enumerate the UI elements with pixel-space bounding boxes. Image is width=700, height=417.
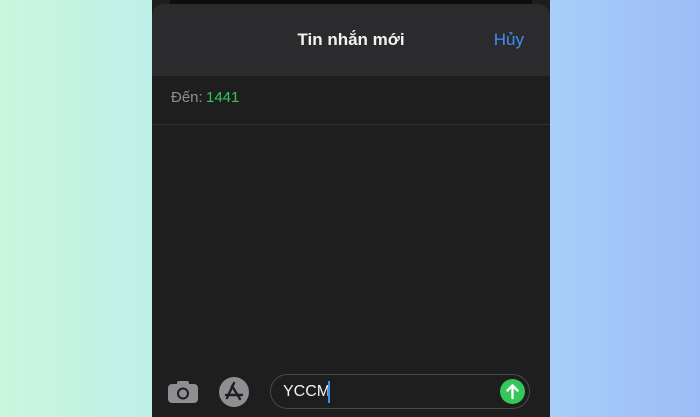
text-caret (328, 381, 330, 403)
compose-bar: YCCM (152, 365, 550, 417)
camera-icon[interactable] (167, 380, 199, 404)
recipient-field[interactable]: Đến: 1441 (152, 76, 550, 125)
recipient-value[interactable]: 1441 (206, 89, 239, 106)
page-title: Tin nhắn mới (297, 30, 405, 49)
nav-header: Tin nhắn mới Hủy (152, 4, 550, 76)
recipient-label: Đến: (171, 89, 203, 106)
cancel-button[interactable]: Hủy (494, 30, 524, 50)
message-input-text: YCCM (283, 383, 331, 400)
new-message-screen: Tin nhắn mới Hủy Đến: 1441 YCCM (152, 0, 550, 417)
app-store-icon[interactable] (218, 376, 250, 408)
message-input[interactable]: YCCM (270, 374, 530, 409)
arrow-up-icon (506, 384, 519, 400)
message-thread-area (152, 125, 550, 365)
send-button[interactable] (500, 379, 525, 404)
